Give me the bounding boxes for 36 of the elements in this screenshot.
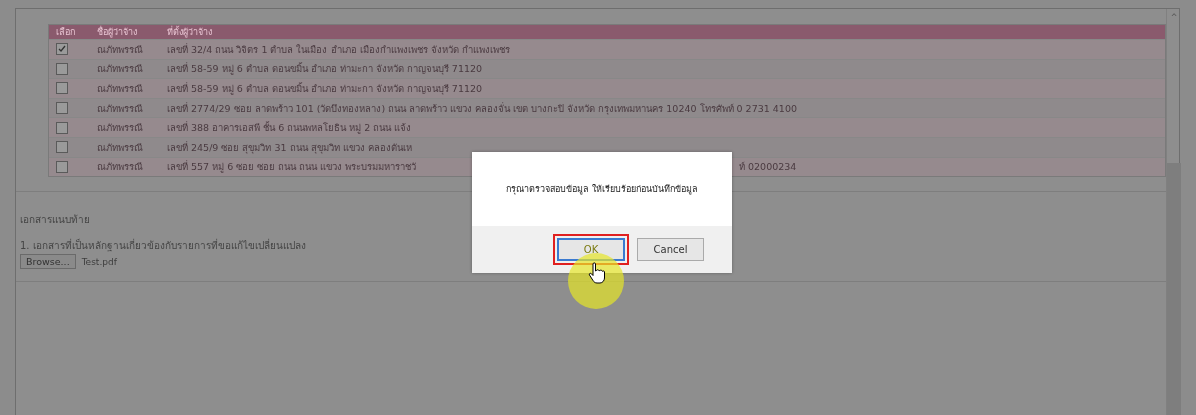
table-cell-text: ณภัทพรรณี: [97, 121, 143, 136]
column-header: เลือก: [56, 26, 75, 39]
table-cell-text: ณภัทพรรณี: [97, 140, 143, 155]
column-header: ที่ตั้งผู้ว่าจ้าง: [167, 25, 212, 39]
table-cell-text: ณภัทพรรณี: [97, 82, 143, 96]
scrollbar[interactable]: ^: [1166, 9, 1181, 415]
table-cell-text: เลขที่ 245/9 ซอย สุขุมวิท 31 ถนน สุขุมวิท แขวง คลองตันเห: [167, 140, 412, 155]
checkbox[interactable]: [56, 82, 68, 95]
checkbox[interactable]: [56, 160, 68, 173]
table-cell-text: ท์ 02000234: [739, 160, 797, 175]
scroll-up-button[interactable]: ^: [1170, 9, 1178, 163]
column-header: ชื่อผู้ว่าจ้าง: [97, 25, 137, 39]
table-cell-text: ณภัทพรรณี: [97, 42, 143, 57]
checkbox[interactable]: [56, 141, 68, 154]
file-name: Test.pdf: [81, 256, 117, 267]
table-cell-text: ณภัทพรรณี: [97, 62, 143, 77]
section-title: เอกสารแนบท้าย: [20, 213, 90, 228]
checkbox[interactable]: [56, 43, 68, 56]
check-icon: [58, 45, 66, 54]
checkbox[interactable]: [56, 121, 68, 134]
table-cell: เลขที่ 58-59 หมู่ 6 ตำบล ดอนขมิ้น อำเภอ ท่ามะกา จังหวัด กาญจนบุรี 71120: [167, 81, 483, 96]
hand-cursor-icon: [588, 262, 606, 284]
table-cell-text: ณภัทพรรณี: [97, 160, 143, 175]
checkbox[interactable]: [56, 62, 68, 75]
table-cell: เลขที่ 388 อาคารเอสพี ชั้น 6 ถนนพหลโยธิน หมู่ 2 ถนน แจ้ง: [167, 120, 412, 136]
table-cell-text: ณภัทพรรณี: [97, 101, 143, 116]
table-cell-text: เลขที่ 32/4 ถนน วิจิตร 1 ตำบล ในเมือง อำเภอ เมืองกำแพงเพชร จังหวัด กำแพงเพชร: [167, 42, 510, 57]
scrollbar-thumb[interactable]: [1167, 163, 1181, 415]
table-cell-text: เลขที่ 557 หมู่ 6 ซอย ซอย ถนน ถนน แขวง พระบรมมหาราชวั: [167, 159, 418, 175]
dialog-message: กรุณาตรวจสอบข้อมูล ให้เรียบร้อยก่อนบันทึกข้อมูล: [506, 183, 698, 196]
table-cell-text: เลขที่ 2774/29 ซอย ลาดพร้าว 101 (วัดบึงทองหลาง) ถนน ลาดพร้าว แขวง คลองจั่น เขต บางกะปิ จังหวัด กรุงเทพมหานคร 10240 โทรศัพท์ 0 2731 4100: [167, 101, 797, 116]
table-cell: เลขที่ 58-59 หมู่ 6 ตำบล ดอนขมิ้น อำเภอ ท่ามะกา จังหวัด กาญจนบุรี 71120: [167, 61, 483, 77]
checkbox[interactable]: [56, 102, 68, 115]
attachment-label: 1. เอกสารที่เป็นหลักฐานเกี่ยวข้องกับรายการที่ขอแก้ไขเปลี่ยนแปลง: [20, 238, 306, 254]
dialog-button[interactable]: Cancel: [637, 238, 704, 261]
browse-button[interactable]: Browse...: [20, 254, 76, 270]
